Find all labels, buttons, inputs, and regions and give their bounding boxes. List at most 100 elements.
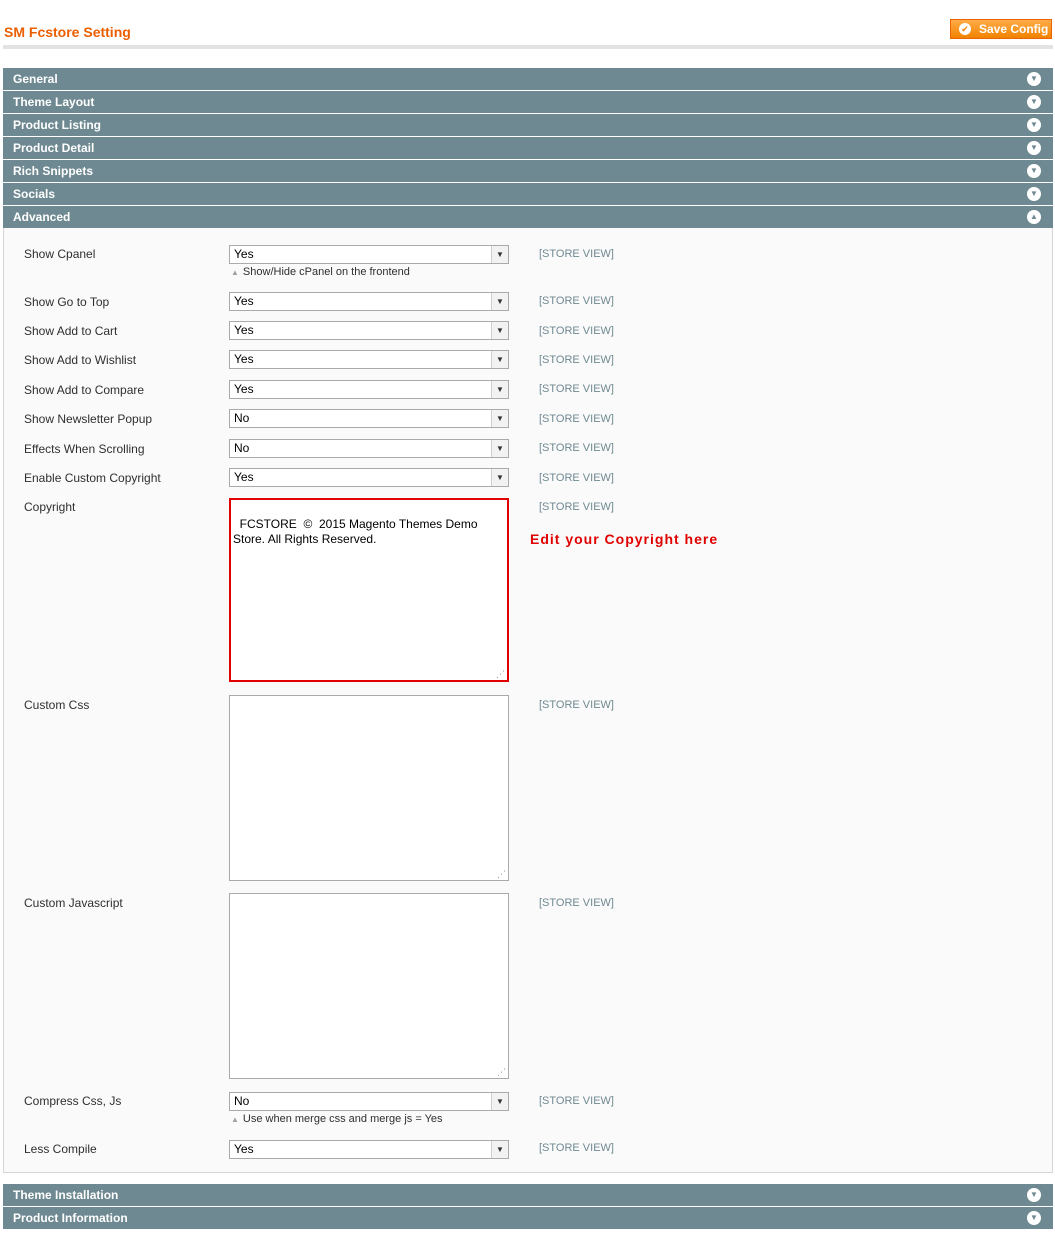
section-label: Product Listing bbox=[13, 118, 101, 132]
enable-custom-copyright-label: Enable Custom Copyright bbox=[24, 471, 161, 485]
section-label: Theme Layout bbox=[13, 95, 95, 109]
copyright-textarea[interactable]: FCSTORE © 2015 Magento Themes Demo Store… bbox=[229, 498, 509, 682]
section-rich-snippets[interactable]: Rich Snippets ▼ bbox=[3, 160, 1053, 182]
resize-grip-icon[interactable]: ⋰ bbox=[497, 1068, 506, 1077]
select-value: No bbox=[234, 441, 250, 455]
section-advanced[interactable]: Advanced ▲ bbox=[3, 206, 1053, 228]
chevron-down-icon: ▼ bbox=[491, 1093, 508, 1110]
show-add-to-cart-select[interactable]: Yes ▼ bbox=[229, 321, 509, 340]
scope-label: [STORE VIEW] bbox=[539, 325, 614, 337]
chevron-down-icon: ▼ bbox=[491, 440, 508, 457]
show-add-to-compare-label: Show Add to Compare bbox=[24, 383, 145, 397]
copyright-annotation: Edit your Copyright here bbox=[530, 531, 719, 547]
copyright-label: Copyright bbox=[24, 500, 76, 514]
scope-label: [STORE VIEW] bbox=[539, 248, 614, 260]
select-value: No bbox=[234, 1094, 250, 1108]
select-value: Yes bbox=[234, 1142, 254, 1156]
advanced-fieldset bbox=[3, 228, 1053, 1173]
section-product-information[interactable]: Product Information ▼ bbox=[3, 1207, 1053, 1229]
compress-css-js-label: Compress Css, Js bbox=[24, 1094, 122, 1108]
less-compile-select[interactable]: Yes ▼ bbox=[229, 1140, 509, 1159]
section-label: Product Detail bbox=[13, 141, 95, 155]
show-add-to-cart-label: Show Add to Cart bbox=[24, 324, 118, 338]
show-newsletter-popup-select[interactable]: No ▼ bbox=[229, 409, 509, 428]
note-text: Use when merge css and merge js = Yes bbox=[242, 1113, 443, 1125]
select-value: Yes bbox=[234, 323, 254, 337]
section-label: Rich Snippets bbox=[13, 164, 94, 178]
note-text: Show/Hide cPanel on the frontend bbox=[242, 266, 410, 278]
chevron-down-icon: ▼ bbox=[491, 246, 508, 263]
enable-custom-copyright-select[interactable]: Yes ▼ bbox=[229, 468, 509, 487]
page-title: SM Fcstore Setting bbox=[4, 24, 131, 40]
section-label: Advanced bbox=[13, 210, 71, 224]
chevron-down-icon: ▼ bbox=[1027, 1211, 1041, 1225]
chevron-down-icon: ▼ bbox=[491, 322, 508, 339]
chevron-down-icon: ▼ bbox=[1027, 141, 1041, 155]
chevron-down-icon: ▼ bbox=[1027, 95, 1041, 109]
show-add-to-wishlist-select[interactable]: Yes ▼ bbox=[229, 350, 509, 369]
chevron-down-icon: ▼ bbox=[1027, 118, 1041, 132]
resize-grip-icon[interactable]: ⋰ bbox=[497, 870, 506, 879]
chevron-down-icon: ▼ bbox=[491, 381, 508, 398]
section-product-listing[interactable]: Product Listing ▼ bbox=[3, 114, 1053, 136]
copyright-text: FCSTORE © 2015 Magento Themes Demo Store… bbox=[233, 517, 481, 546]
section-label: Socials bbox=[13, 187, 56, 201]
custom-javascript-label: Custom Javascript bbox=[24, 896, 123, 910]
show-cpanel-select[interactable]: Yes ▼ bbox=[229, 245, 509, 264]
select-value: Yes bbox=[234, 294, 254, 308]
effects-when-scrolling-label: Effects When Scrolling bbox=[24, 442, 145, 456]
scope-label: [STORE VIEW] bbox=[539, 354, 614, 366]
chevron-down-icon: ▼ bbox=[1027, 164, 1041, 178]
scope-label: [STORE VIEW] bbox=[539, 472, 614, 484]
show-go-to-top-select[interactable]: Yes ▼ bbox=[229, 292, 509, 311]
select-value: Yes bbox=[234, 382, 254, 396]
checkmark-icon: ✔ bbox=[959, 23, 971, 35]
section-theme-installation[interactable]: Theme Installation ▼ bbox=[3, 1184, 1053, 1206]
show-add-to-wishlist-label: Show Add to Wishlist bbox=[24, 353, 137, 367]
section-theme-layout[interactable]: Theme Layout ▼ bbox=[3, 91, 1053, 113]
scope-label: [STORE VIEW] bbox=[539, 501, 614, 513]
save-config-button[interactable]: ✔ Save Config bbox=[950, 19, 1052, 39]
show-go-to-top-label: Show Go to Top bbox=[24, 295, 110, 309]
compress-css-js-note: ▲ Use when merge css and merge js = Yes bbox=[231, 1113, 443, 1125]
show-add-to-compare-select[interactable]: Yes ▼ bbox=[229, 380, 509, 399]
chevron-down-icon: ▼ bbox=[1027, 187, 1041, 201]
chevron-down-icon: ▼ bbox=[1027, 1188, 1041, 1202]
section-label: Theme Installation bbox=[13, 1188, 119, 1202]
chevron-down-icon: ▼ bbox=[1027, 72, 1041, 86]
chevron-up-icon: ▲ bbox=[1027, 210, 1041, 224]
section-general[interactable]: General ▼ bbox=[3, 68, 1053, 90]
note-arrow-icon: ▲ bbox=[231, 1115, 239, 1124]
chevron-down-icon: ▼ bbox=[491, 410, 508, 427]
chevron-down-icon: ▼ bbox=[491, 293, 508, 310]
section-socials[interactable]: Socials ▼ bbox=[3, 183, 1053, 205]
save-config-label: Save Config bbox=[979, 22, 1049, 36]
scope-label: [STORE VIEW] bbox=[539, 383, 614, 395]
custom-css-textarea[interactable]: ⋰ bbox=[229, 695, 509, 881]
show-cpanel-label: Show Cpanel bbox=[24, 247, 96, 261]
custom-javascript-textarea[interactable]: ⋰ bbox=[229, 893, 509, 1079]
scope-label: [STORE VIEW] bbox=[539, 699, 614, 711]
scope-label: [STORE VIEW] bbox=[539, 897, 614, 909]
section-label: Product Information bbox=[13, 1211, 128, 1225]
select-value: Yes bbox=[234, 247, 254, 261]
section-product-detail[interactable]: Product Detail ▼ bbox=[3, 137, 1053, 159]
show-cpanel-note: ▲ Show/Hide cPanel on the frontend bbox=[231, 266, 410, 278]
scope-label: [STORE VIEW] bbox=[539, 1142, 614, 1154]
chevron-down-icon: ▼ bbox=[491, 351, 508, 368]
less-compile-label: Less Compile bbox=[24, 1142, 97, 1156]
note-arrow-icon: ▲ bbox=[231, 268, 239, 277]
effects-when-scrolling-select[interactable]: No ▼ bbox=[229, 439, 509, 458]
chevron-down-icon: ▼ bbox=[491, 1141, 508, 1158]
title-divider bbox=[3, 45, 1053, 49]
custom-css-label: Custom Css bbox=[24, 698, 90, 712]
select-value: No bbox=[234, 411, 250, 425]
section-label: General bbox=[13, 72, 58, 86]
compress-css-js-select[interactable]: No ▼ bbox=[229, 1092, 509, 1111]
select-value: Yes bbox=[234, 470, 254, 484]
scope-label: [STORE VIEW] bbox=[539, 295, 614, 307]
scope-label: [STORE VIEW] bbox=[539, 413, 614, 425]
resize-grip-icon[interactable]: ⋰ bbox=[496, 670, 505, 679]
show-newsletter-popup-label: Show Newsletter Popup bbox=[24, 412, 153, 426]
select-value: Yes bbox=[234, 352, 254, 366]
